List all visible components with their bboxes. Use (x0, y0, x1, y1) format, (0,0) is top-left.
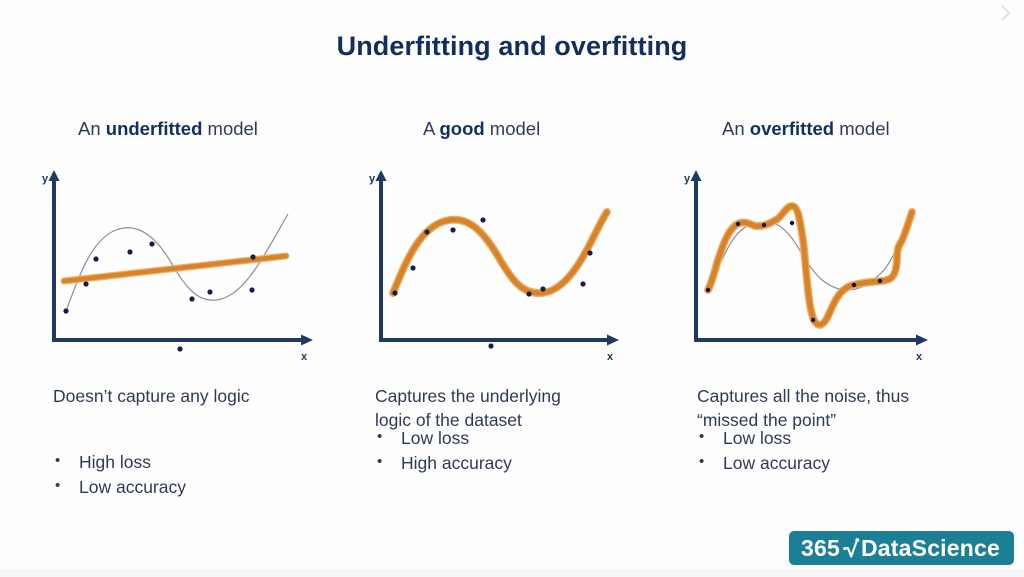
heading-emphasis: good (439, 118, 485, 139)
chart-good: y x (355, 168, 655, 368)
y-axis-label: y (369, 173, 376, 185)
fitted-curve-good (389, 208, 611, 298)
brand-logo[interactable]: 365 DataScience (789, 531, 1014, 565)
brand-logo-name: DataScience (861, 534, 1000, 561)
heading-suffix: model (484, 118, 541, 139)
panel-bullets-good: Low loss High accuracy (375, 425, 512, 476)
panel-bullets-overfitted: Low loss Low accuracy (697, 425, 830, 476)
list-item: Low accuracy (697, 450, 830, 475)
brand-logo-prefix: 365 (801, 534, 840, 561)
list-item: High accuracy (375, 450, 512, 475)
list-item: Low loss (697, 425, 830, 450)
x-axis-label: x (301, 351, 308, 363)
panel-heading-good: A good model (355, 118, 675, 148)
heading-prefix: An (78, 118, 106, 139)
slide-canvas: Underfitting and overfitting An underfit… (0, 0, 1024, 577)
x-axis-label: x (607, 351, 614, 363)
brand-logo-text: 365 DataScience (801, 535, 1000, 562)
chevron-right-icon[interactable] (996, 2, 1016, 24)
panel-caption-good: Captures the underlying logic of the dat… (375, 386, 561, 430)
heading-emphasis: underfitted (105, 118, 203, 139)
y-axis-label: y (42, 173, 49, 185)
panel-heading-overfitted: An overfitted model (672, 118, 992, 148)
panel-caption-overfitted: Captures all the noise, thus “missed the… (697, 386, 910, 430)
heading-suffix: model (834, 118, 890, 139)
list-item: Low accuracy (53, 474, 186, 499)
true-function-curve (394, 209, 608, 291)
heading-prefix: A (423, 118, 440, 139)
heading-prefix: An (722, 118, 750, 139)
y-axis-label: y (684, 173, 691, 185)
panel-caption-underfitted: Doesn’t capture any logic (53, 386, 250, 406)
heading-emphasis: overfitted (749, 118, 835, 139)
panel-overfitted: An overfitted model y x Captures all the… (672, 118, 992, 538)
list-item: High loss (53, 449, 186, 474)
panel-good: A good model y x Captures the underlying… (355, 118, 675, 538)
radical-icon (843, 537, 860, 559)
panel-heading-underfitted: An underfitted model (20, 118, 340, 148)
panel-bullets-underfitted: High loss Low accuracy (53, 449, 186, 500)
list-item: Low loss (375, 425, 512, 450)
x-axis-label: x (916, 351, 923, 363)
bottom-strip (0, 569, 1024, 577)
page-title: Underfitting and overfitting (336, 31, 688, 61)
chart-underfitted: y x (20, 168, 320, 368)
heading-suffix: model (202, 118, 258, 139)
chart-overfitted: y x (672, 168, 972, 368)
panel-underfitted: An underfitted model y x Doesn’t capture… (20, 118, 340, 538)
data-points (705, 220, 883, 323)
